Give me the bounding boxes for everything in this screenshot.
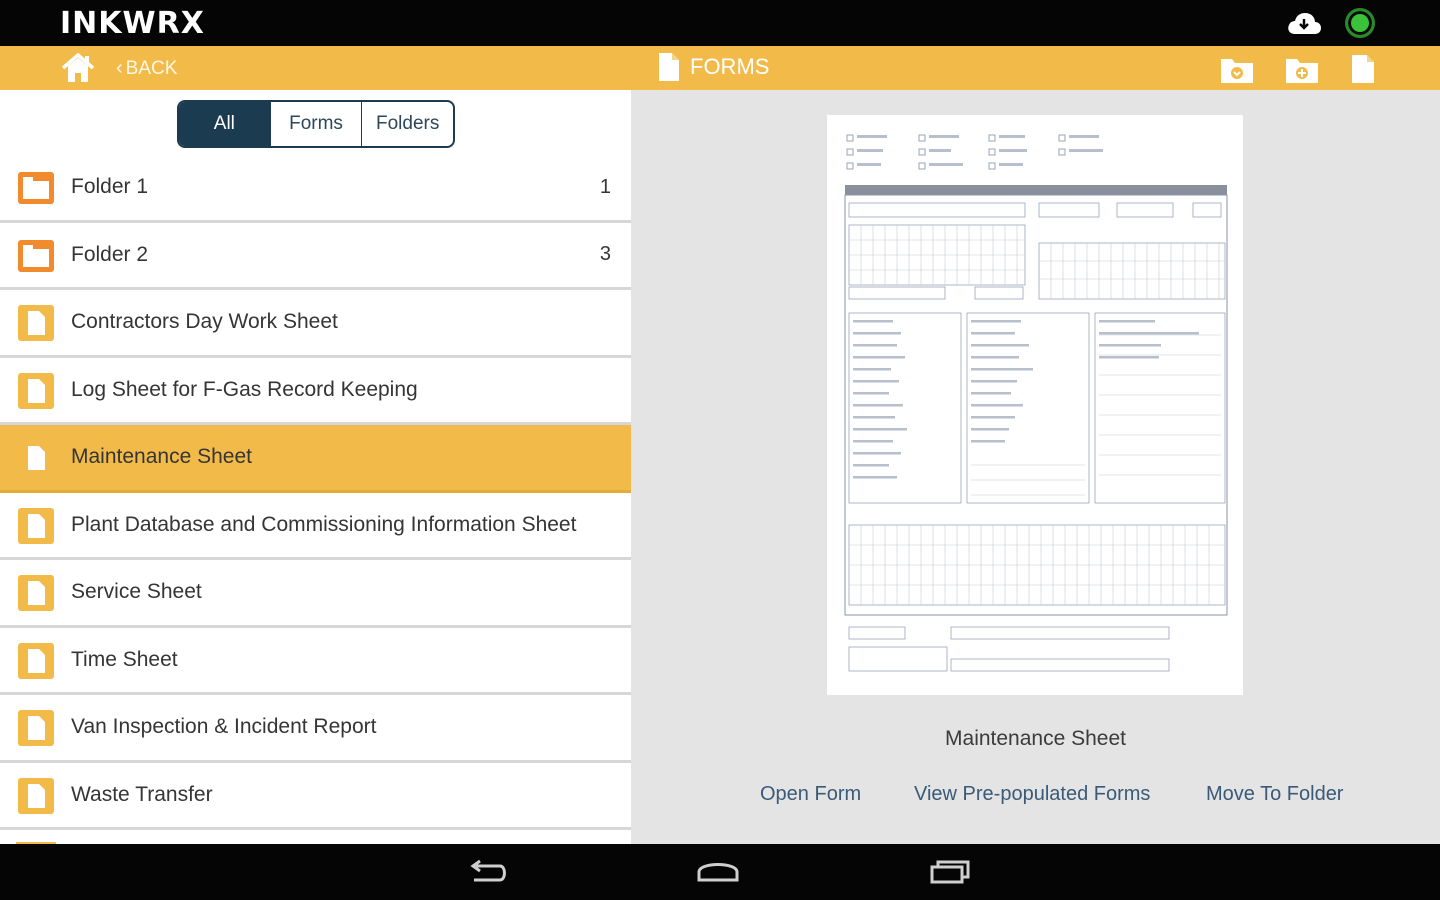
- folder-add-icon[interactable]: [1285, 54, 1319, 84]
- form-document-icon: [18, 575, 54, 611]
- app-root: INKWRX ‹ BACK FORMS All Forms Folders Fo…: [0, 0, 1440, 900]
- form-document-icon: [18, 372, 54, 409]
- filter-segmented-control: All Forms Folders: [177, 100, 455, 148]
- list-item-label: Time Sheet: [71, 647, 178, 671]
- new-document-icon[interactable]: [1350, 54, 1376, 84]
- form-preview-thumbnail[interactable]: [827, 115, 1243, 695]
- recent-apps-icon[interactable]: [928, 858, 972, 886]
- top-bar: INKWRX: [0, 0, 1440, 46]
- folder-icon: [18, 172, 54, 204]
- view-prepopulated-forms-link[interactable]: View Pre-populated Forms: [914, 783, 1150, 806]
- form-document-icon: [18, 777, 54, 814]
- action-bar: ‹ BACK FORMS: [0, 46, 1440, 90]
- form-document-icon: [18, 710, 54, 746]
- document-icon: [659, 53, 679, 81]
- list-item-label: Folder 2: [71, 242, 149, 266]
- list-item-label: Folder 1: [71, 175, 149, 199]
- form-document-icon: [18, 642, 54, 679]
- list-item-folder[interactable]: Folder 1 1: [0, 155, 631, 223]
- back-nav-icon[interactable]: [466, 858, 510, 886]
- list-item-form[interactable]: Plant Database and Commissioning Informa…: [0, 492, 631, 560]
- folder-download-icon[interactable]: [1220, 54, 1254, 84]
- move-to-folder-link[interactable]: Move To Folder: [1206, 783, 1343, 806]
- list-item-form[interactable]: Waste Transfer: [0, 762, 631, 830]
- filter-tab-all[interactable]: All: [179, 102, 271, 146]
- list-item-folder[interactable]: Folder 2 3: [0, 222, 631, 290]
- list-item-label: Plant Database and Commissioning Informa…: [71, 512, 577, 536]
- page-title-group: FORMS: [658, 52, 769, 82]
- back-label: BACK: [125, 57, 178, 79]
- list-item-form[interactable]: Van Inspection & Incident Report: [0, 695, 631, 763]
- folder-count: 3: [599, 243, 611, 266]
- form-document-icon: [18, 440, 54, 476]
- forms-list: Folder 1 1 Folder 2 3 Contractors Day Wo…: [0, 155, 631, 844]
- list-item-label: Log Sheet for F-Gas Record Keeping: [71, 377, 418, 401]
- list-item-label: Van Inspection & Incident Report: [71, 715, 377, 739]
- form-document-icon: [18, 507, 54, 544]
- list-item-form[interactable]: Contractors Day Work Sheet: [0, 290, 631, 358]
- page-title: FORMS: [690, 54, 770, 79]
- form-detail-panel: Maintenance Sheet Open Form View Pre-pop…: [631, 90, 1440, 844]
- list-item-form[interactable]: Log Sheet for F-Gas Record Keeping: [0, 357, 631, 425]
- form-document-icon: [18, 305, 54, 341]
- list-item-label: Maintenance Sheet: [71, 445, 252, 469]
- cloud-sync-icon[interactable]: [1286, 10, 1322, 36]
- list-item-label: Waste Transfer: [71, 782, 213, 806]
- app-logo: INKWRX: [60, 6, 205, 41]
- form-preview-image: [844, 134, 1228, 672]
- back-button[interactable]: ‹ BACK: [116, 57, 177, 80]
- folder-icon: [18, 239, 54, 272]
- home-nav-icon[interactable]: [696, 858, 740, 886]
- list-item-partial[interactable]: [0, 830, 631, 844]
- chevron-left-icon: ‹: [116, 57, 123, 79]
- list-item-label: Service Sheet: [71, 580, 202, 604]
- open-form-link[interactable]: Open Form: [760, 783, 861, 806]
- folder-count: 1: [599, 175, 611, 198]
- forms-list-panel: All Forms Folders Folder 1 1 Folder 2 3 …: [0, 90, 631, 844]
- list-item-form[interactable]: Service Sheet: [0, 560, 631, 628]
- home-icon[interactable]: [60, 52, 96, 84]
- list-item-label: Contractors Day Work Sheet: [71, 310, 338, 334]
- filter-tab-folders[interactable]: Folders: [362, 102, 453, 146]
- system-nav-bar: [0, 844, 1440, 900]
- list-item-form-selected[interactable]: Maintenance Sheet: [0, 425, 631, 493]
- list-item-form[interactable]: Time Sheet: [0, 627, 631, 695]
- selected-form-name: Maintenance Sheet: [945, 727, 1126, 750]
- connection-status-icon: [1345, 8, 1375, 38]
- filter-tab-forms[interactable]: Forms: [271, 102, 363, 146]
